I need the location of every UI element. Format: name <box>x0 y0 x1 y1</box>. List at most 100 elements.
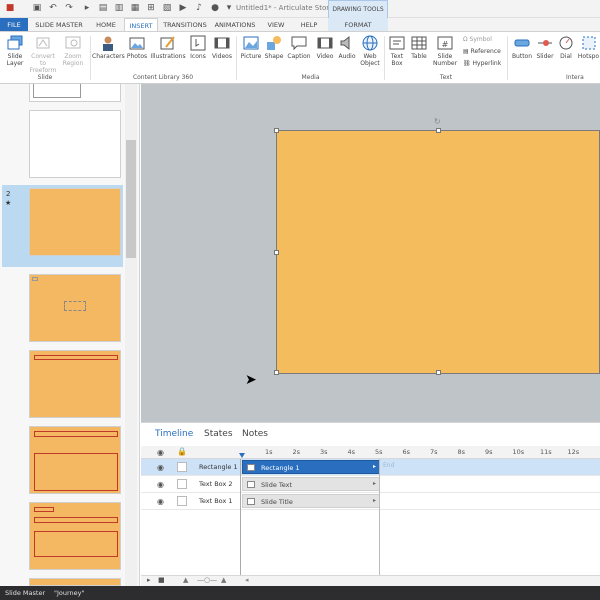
insert-icon[interactable]: ⊞ <box>146 3 156 13</box>
tab-home[interactable]: HOME <box>88 18 124 32</box>
resize-handle[interactable] <box>274 250 279 255</box>
new-slide-icon[interactable]: ▦ <box>130 3 140 13</box>
stop-icon[interactable]: ■ <box>158 576 165 584</box>
icons-label: Icons <box>190 53 206 60</box>
slide-thumbnail[interactable] <box>29 578 121 586</box>
timeline-second-marker: 1s <box>265 448 273 456</box>
preview-icon[interactable]: ▸ <box>82 3 92 13</box>
save-icon[interactable]: ▣ <box>32 3 42 13</box>
tab-help[interactable]: HELP <box>294 18 324 32</box>
lock-checkbox[interactable] <box>177 462 187 472</box>
slide-thumbnail[interactable] <box>29 274 121 342</box>
publish-icon[interactable]: ▤ <box>98 3 108 13</box>
tab-insert[interactable]: INSERT <box>124 18 158 32</box>
reference-button[interactable]: ▤ Reference <box>463 48 501 56</box>
slide-thumbnail[interactable] <box>29 188 121 256</box>
slide-thumbnail[interactable] <box>29 502 121 570</box>
undo-icon[interactable]: ↶ <box>48 3 58 13</box>
svg-text:#: # <box>442 40 449 49</box>
thumbnails-scrollbar[interactable] <box>125 84 137 586</box>
expand-arrow-icon[interactable]: ▸ <box>373 480 376 487</box>
video-insert-icon <box>317 37 333 49</box>
timeline-empty-area <box>141 459 600 576</box>
resize-handle[interactable] <box>274 370 279 375</box>
tab-view[interactable]: VIEW <box>262 18 290 32</box>
caption-button[interactable]: Caption <box>286 35 312 60</box>
videos-button[interactable]: Videos <box>210 35 234 60</box>
characters-button[interactable]: Characters <box>92 35 125 60</box>
image-icon[interactable]: ▧ <box>162 3 172 13</box>
expand-arrow-icon[interactable]: ▸ <box>373 497 376 504</box>
shape-button[interactable]: Shape <box>263 35 285 60</box>
table-button[interactable]: Table <box>408 35 430 60</box>
slide-thumbnail[interactable] <box>29 426 121 494</box>
timeline-row[interactable]: ◉ Text Box 1 Slide Title ▸ <box>141 493 600 510</box>
resize-handle[interactable] <box>436 128 441 133</box>
text-box-button[interactable]: Text Box <box>386 35 408 67</box>
slide-thumbnail[interactable] <box>29 110 121 178</box>
audio-icon[interactable]: ♪ <box>194 3 204 13</box>
record-icon[interactable]: ● <box>210 3 220 13</box>
hotspot-button[interactable]: Hotspo <box>577 35 600 60</box>
slide-thumbnail[interactable] <box>29 84 121 102</box>
status-theme: "Journey" <box>54 589 85 597</box>
button-button[interactable]: Button <box>510 35 534 60</box>
zoom-region-button[interactable]: Zoom Region <box>60 35 86 67</box>
lock-checkbox[interactable] <box>177 496 187 506</box>
convert-freeform-label: Convert to Freeform <box>29 53 57 74</box>
lock-checkbox[interactable] <box>177 479 187 489</box>
video-button[interactable]: Video <box>314 35 336 60</box>
slide-number-button[interactable]: # Slide Number <box>431 35 459 67</box>
play-icon[interactable]: ▸ <box>147 576 151 584</box>
redo-icon[interactable]: ↷ <box>64 3 74 13</box>
window-title: Untitled1* - Articulate Story... <box>236 4 339 12</box>
zoom-in-icon[interactable]: ▲ <box>221 576 226 584</box>
resize-handle[interactable] <box>436 370 441 375</box>
rectangle-1-shape[interactable]: ↻ <box>274 117 600 375</box>
scroll-left-icon[interactable]: ◂ <box>245 576 249 584</box>
symbol-button[interactable]: Ω Symbol <box>463 36 492 44</box>
dial-button[interactable]: Dial <box>556 35 576 60</box>
tab-transitions[interactable]: TRANSITIONS <box>160 18 210 32</box>
customize-icon[interactable]: ▾ <box>224 3 234 13</box>
tab-animations[interactable]: ANIMATIONS <box>212 18 258 32</box>
illustrations-button[interactable]: Illustrations <box>150 35 186 60</box>
tab-timeline[interactable]: Timeline <box>155 429 193 439</box>
timeline-row[interactable]: ◉ Text Box 2 Slide Text ▸ <box>141 476 600 493</box>
reference-icon: ▤ <box>463 48 469 55</box>
scrollbar-thumb[interactable] <box>126 140 136 258</box>
timeline-row[interactable]: ◉ Rectangle 1 Rectangle 1 ▸ End <box>141 459 600 476</box>
timeline-object-bar[interactable]: Rectangle 1 ▸ <box>242 460 380 474</box>
zoom-slider[interactable]: —○— <box>197 576 217 584</box>
convert-freeform-button[interactable]: Convert to Freeform <box>28 35 58 74</box>
eye-icon[interactable]: ◉ <box>157 463 164 472</box>
rotate-handle-icon[interactable]: ↻ <box>434 117 441 126</box>
web-object-button[interactable]: Web Object <box>358 35 382 67</box>
caption-label: Caption <box>287 53 311 60</box>
eye-icon[interactable]: ◉ <box>157 480 164 489</box>
picture-button[interactable]: Picture <box>239 35 263 60</box>
eye-icon[interactable]: ◉ <box>157 497 164 506</box>
slider-button[interactable]: Slider <box>534 35 556 60</box>
hyperlink-button[interactable]: ⛓ Hyperlink <box>463 60 501 68</box>
tab-states[interactable]: States <box>204 429 233 439</box>
status-bar: Slide Master "Journey" <box>0 586 600 600</box>
end-marker[interactable]: End <box>383 462 394 469</box>
tab-slide-master[interactable]: SLIDE MASTER <box>32 18 86 32</box>
photos-button[interactable]: Photos <box>126 35 148 60</box>
timeline-object-bar[interactable]: Slide Title ▸ <box>242 494 380 508</box>
expand-arrow-icon[interactable]: ▸ <box>373 463 376 470</box>
tab-file[interactable]: FILE <box>0 18 28 32</box>
slide-layer-button[interactable]: Slide Layer <box>4 35 26 67</box>
tab-format[interactable]: FORMAT <box>328 18 388 32</box>
audio-button[interactable]: Audio <box>336 35 358 60</box>
slide-thumbnail[interactable] <box>29 350 121 418</box>
video-icon[interactable]: ▶ <box>178 3 188 13</box>
zoom-out-icon[interactable]: ▲ <box>183 576 188 584</box>
resize-handle[interactable] <box>274 128 279 133</box>
tab-notes[interactable]: Notes <box>242 429 268 439</box>
icons-button[interactable]: Icons <box>188 35 208 60</box>
quick-access-icon[interactable]: ▥ <box>114 3 124 13</box>
timeline-object-bar[interactable]: Slide Text ▸ <box>242 477 380 491</box>
characters-label: Characters <box>92 53 125 60</box>
